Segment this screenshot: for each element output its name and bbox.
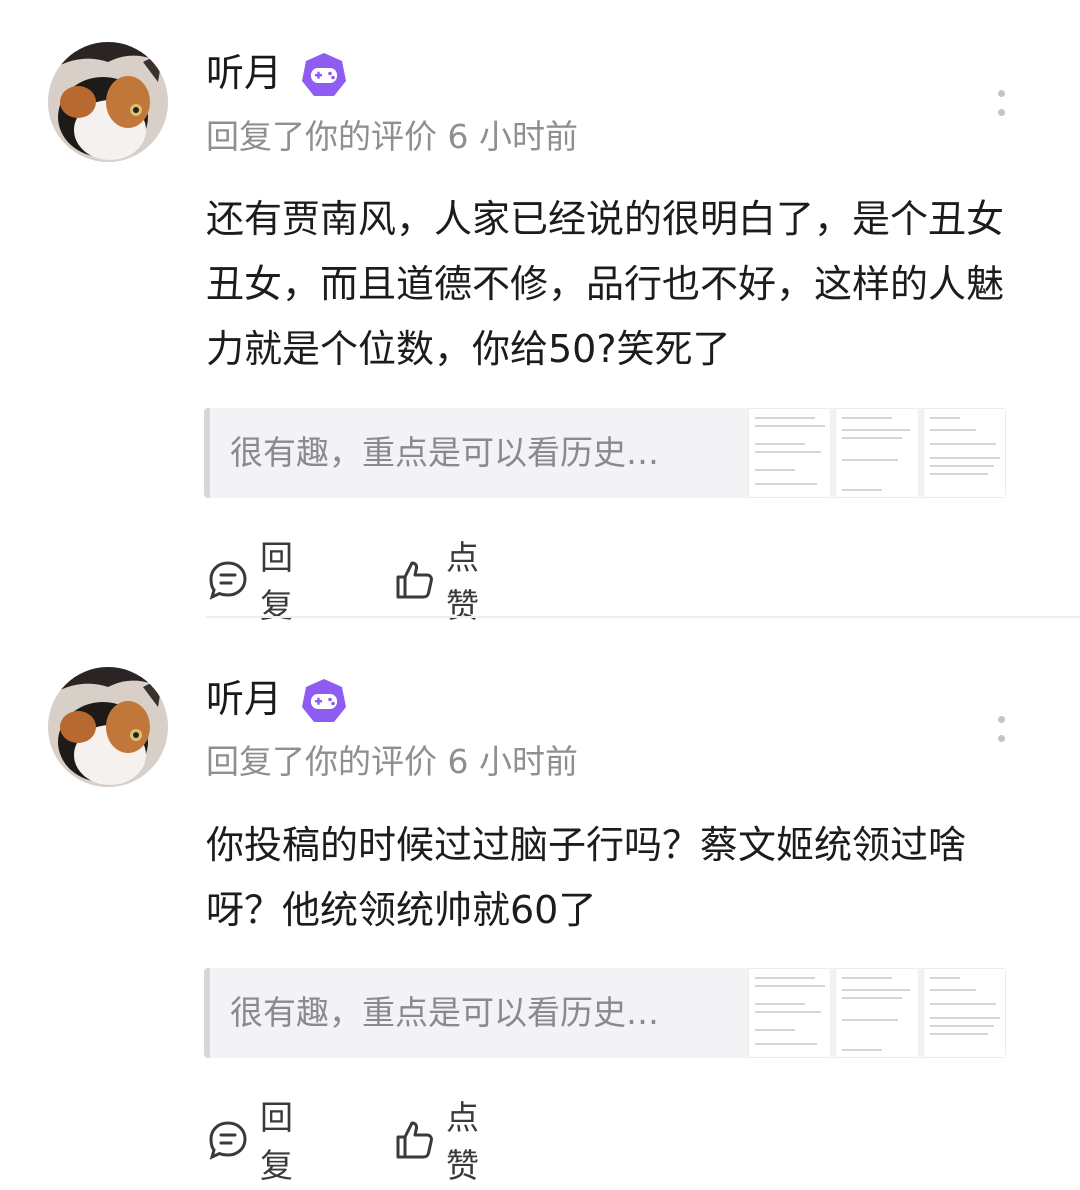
quote-bar	[204, 968, 210, 1058]
thumbnail-image	[835, 408, 919, 498]
comment-meta: 回复了你的评价 6 小时前	[206, 117, 578, 156]
game-controller-icon	[300, 51, 348, 99]
username[interactable]: 听月	[206, 676, 282, 722]
divider	[206, 616, 1080, 618]
thumbnail-image	[748, 968, 832, 1058]
quote-bar	[204, 408, 210, 498]
thumbs-up-icon	[392, 1118, 436, 1166]
thumbnail-image	[835, 968, 919, 1058]
avatar[interactable]	[48, 42, 168, 162]
reply-icon	[206, 558, 250, 606]
thumbs-up-icon	[392, 558, 436, 606]
reply-button[interactable]: 回复	[206, 1094, 293, 1190]
thumbnail-image	[922, 968, 1006, 1058]
comment-card: 听月 回复了你的评价 6 小时前 你投稿的时候过过脑子行吗？蔡文姬统领过啥呀？他…	[0, 620, 1080, 1185]
more-options-icon[interactable]	[998, 716, 1008, 754]
quote-thumbnails	[748, 408, 1006, 498]
quote-thumbnails	[748, 968, 1006, 1058]
comment-body: 还有贾南风，人家已经说的很明白了，是个丑女丑女，而且道德不修，品行也不好，这样的…	[206, 197, 1005, 371]
like-label: 点赞	[446, 1098, 479, 1185]
comment-body: 你投稿的时候过过脑子行吗？蔡文姬统领过啥呀？他统领统帅就60了	[206, 823, 967, 932]
thumbnail-image	[922, 408, 1006, 498]
thumbnail-image	[748, 408, 832, 498]
reply-icon	[206, 1118, 250, 1166]
like-button[interactable]: 点赞	[392, 1094, 479, 1190]
comment-meta: 回复了你的评价 6 小时前	[206, 742, 578, 781]
reply-label: 回复	[260, 1098, 293, 1185]
username[interactable]: 听月	[206, 50, 282, 96]
quoted-review[interactable]: 很有趣，重点是可以看历史…	[204, 408, 1006, 498]
quoted-text: 很有趣，重点是可以看历史…	[230, 993, 659, 1032]
comment-card: 听月 回复了你的评价 6 小时前 还有贾南风，人家已经说的很明白了，是个丑女丑女…	[0, 0, 1080, 625]
avatar[interactable]	[48, 667, 168, 787]
more-options-icon[interactable]	[998, 90, 1008, 128]
game-controller-icon	[300, 677, 348, 725]
quoted-review[interactable]: 很有趣，重点是可以看历史…	[204, 968, 1006, 1058]
quoted-text: 很有趣，重点是可以看历史…	[230, 433, 659, 472]
